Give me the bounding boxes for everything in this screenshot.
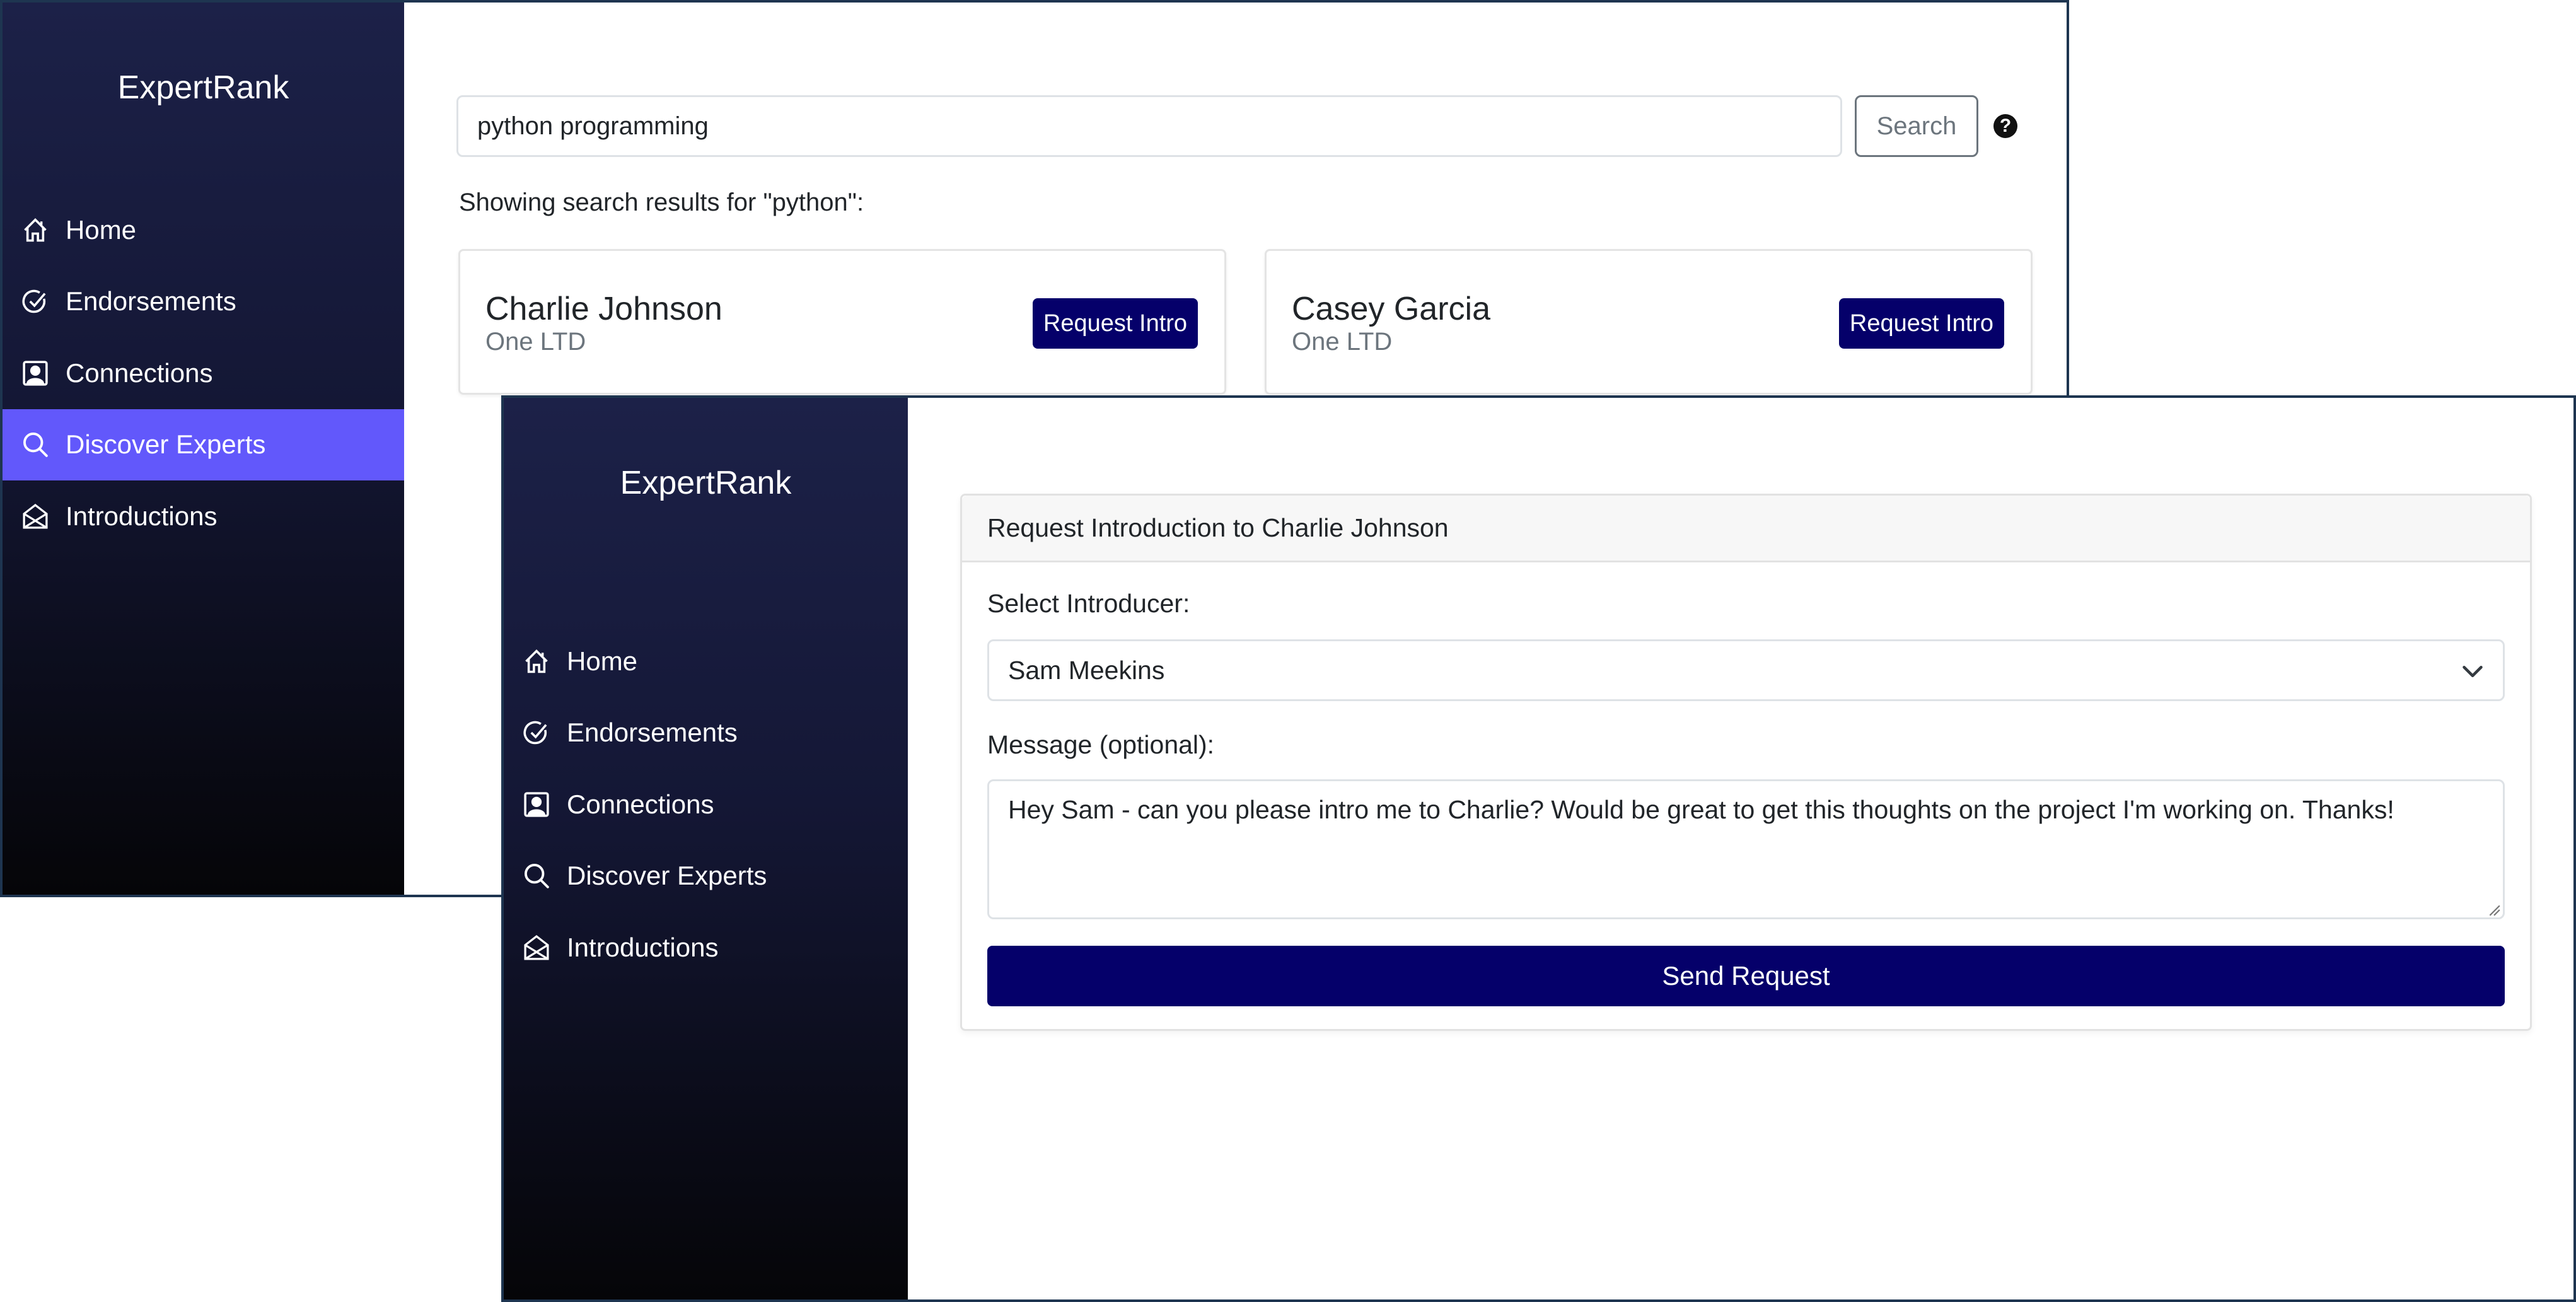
sidebar-item-discover-experts[interactable]: Discover Experts	[504, 840, 908, 912]
introducer-selected-value: Sam Meekins	[1008, 655, 1165, 685]
sidebar-item-label: Endorsements	[66, 286, 236, 317]
check-circle-icon	[523, 719, 550, 747]
sidebar-item-label: Connections	[66, 357, 213, 388]
message-textarea[interactable]: Hey Sam - can you please intro me to Cha…	[987, 779, 2505, 919]
send-request-button[interactable]: Send Request	[987, 946, 2505, 1006]
search-button[interactable]: Search	[1855, 95, 1978, 157]
sidebar-item-connections[interactable]: Connections	[3, 337, 404, 409]
request-intro-form: Request Introduction to Charlie Johnson …	[960, 494, 2532, 1031]
sidebar-item-discover-experts[interactable]: Discover Experts	[3, 409, 404, 480]
sidebar-item-label: Introductions	[66, 501, 218, 531]
envelope-open-icon	[21, 503, 49, 530]
home-icon	[523, 648, 550, 675]
search-input[interactable]	[456, 95, 1842, 157]
help-icon[interactable]: ?	[1993, 114, 2017, 138]
request-intro-button[interactable]: Request Intro	[1839, 298, 2004, 349]
sidebar-nav: Home Endorsements Connections Discover E…	[504, 625, 908, 984]
request-introduction-window: ExpertRank Home Endorsements Connections	[501, 395, 2576, 1302]
expert-name: Casey Garcia	[1292, 291, 1490, 327]
expert-company: One LTD	[1292, 328, 1393, 356]
results-label: Showing search results for "python":	[459, 189, 864, 216]
sidebar-item-label: Discover Experts	[567, 861, 767, 891]
home-icon	[21, 216, 49, 244]
form-title: Request Introduction to Charlie Johnson	[962, 496, 2530, 562]
sidebar-item-label: Endorsements	[567, 718, 738, 748]
sidebar-item-label: Introductions	[567, 932, 719, 962]
search-icon	[21, 431, 49, 458]
resize-handle-icon[interactable]	[2487, 903, 2501, 917]
introducer-select[interactable]: Sam Meekins	[987, 639, 2505, 701]
sidebar: ExpertRank Home Endorsements Connections	[3, 3, 404, 895]
search-icon	[523, 862, 550, 890]
sidebar: ExpertRank Home Endorsements Connections	[504, 398, 908, 1299]
expert-card: Casey Garcia One LTD Request Intro	[1265, 249, 2033, 395]
request-intro-button[interactable]: Request Intro	[1033, 298, 1198, 349]
brand-logo[interactable]: ExpertRank	[504, 464, 908, 502]
sidebar-item-introductions[interactable]: Introductions	[3, 480, 404, 552]
sidebar-item-introductions[interactable]: Introductions	[504, 912, 908, 984]
sidebar-item-endorsements[interactable]: Endorsements	[504, 697, 908, 769]
sidebar-item-label: Home	[567, 646, 638, 676]
sidebar-item-label: Connections	[567, 789, 714, 819]
person-square-icon	[21, 359, 49, 387]
envelope-open-icon	[523, 934, 550, 962]
sidebar-item-endorsements[interactable]: Endorsements	[3, 266, 404, 338]
sidebar-item-label: Home	[66, 214, 137, 245]
sidebar-item-label: Discover Experts	[66, 429, 266, 460]
sidebar-nav: Home Endorsements Connections Discover E…	[3, 194, 404, 552]
sidebar-item-connections[interactable]: Connections	[504, 769, 908, 840]
search-bar: Search ?	[456, 95, 2017, 157]
sidebar-item-home[interactable]: Home	[504, 625, 908, 697]
check-circle-icon	[21, 288, 49, 315]
person-square-icon	[523, 791, 550, 818]
expert-card: Charlie Johnson One LTD Request Intro	[458, 249, 1226, 395]
main-content: Request Introduction to Charlie Johnson …	[908, 398, 2573, 1299]
expert-company: One LTD	[485, 328, 586, 356]
introducer-label: Select Introducer:	[987, 589, 1190, 618]
brand-logo[interactable]: ExpertRank	[3, 69, 404, 107]
chevron-down-icon	[2463, 666, 2483, 677]
sidebar-item-home[interactable]: Home	[3, 194, 404, 266]
expert-name: Charlie Johnson	[485, 291, 722, 327]
message-label: Message (optional):	[987, 730, 1215, 759]
